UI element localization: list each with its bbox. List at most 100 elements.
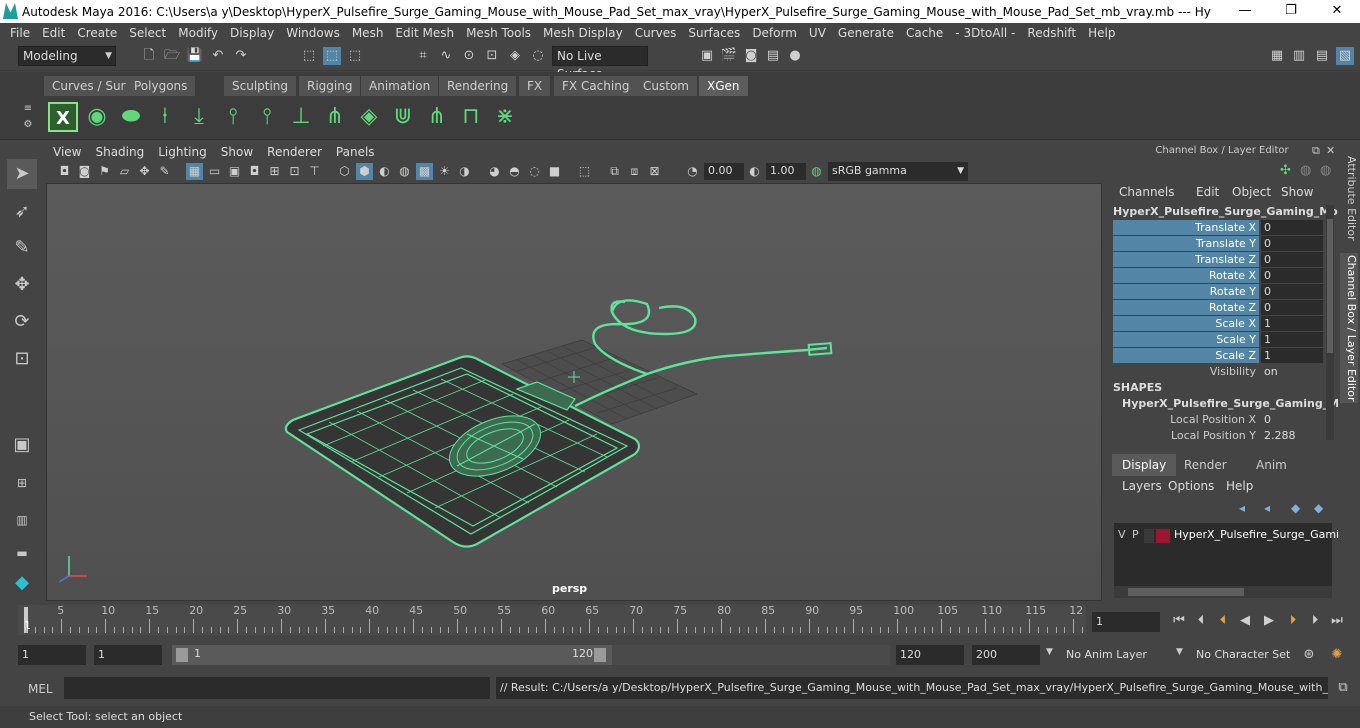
shadows-icon[interactable]: ◑ [456, 163, 473, 180]
channel-menu-channels[interactable]: Channels [1119, 185, 1175, 199]
channel-label[interactable]: Rotate X [1113, 268, 1259, 283]
snap-view-icon[interactable]: ⊡ [483, 47, 501, 65]
xray-components-icon[interactable]: ⊠ [646, 163, 663, 180]
viewport-menu-view[interactable]: View [53, 145, 81, 159]
snap-surface-icon[interactable]: ◌ [529, 47, 547, 65]
film-gate-icon[interactable]: ▭ [206, 163, 223, 180]
channel-label[interactable]: Local Position X [1113, 412, 1259, 427]
lock-icon[interactable]: ◍ [1320, 163, 1331, 178]
shape-channel-row-local-position-y[interactable]: Local Position Y 2.288 [1113, 428, 1318, 443]
anti-aliasing-icon[interactable]: ◌ [526, 163, 543, 180]
channel-label[interactable]: Scale Y [1113, 332, 1259, 347]
viewport-menu-show[interactable]: Show [221, 145, 253, 159]
xgen-sculpt-guide-icon[interactable]: ⫯ [218, 102, 248, 132]
open-scene-icon[interactable]: 🗁 [163, 47, 181, 65]
use-all-lights-icon[interactable]: ☀ [436, 163, 453, 180]
layer-name[interactable]: HyperX_Pulsefire_Surge_Gamin [1174, 528, 1346, 541]
script-editor-icon[interactable]: ⧉ [1334, 679, 1352, 697]
layer-reference-toggle[interactable] [1144, 529, 1154, 543]
move-tool-icon[interactable]: ✥ [7, 270, 37, 300]
xray-icon[interactable]: ⧉ [606, 163, 623, 180]
layer-tab-display[interactable]: Display [1112, 454, 1177, 476]
auto-key-icon[interactable]: ⊛ [1300, 646, 1318, 664]
new-scene-icon[interactable]: 🗋 [140, 47, 158, 65]
menu-create[interactable]: Create [77, 26, 117, 40]
channel-row-rotate-z[interactable]: Rotate Z0 [1113, 300, 1323, 315]
menu-help[interactable]: Help [1088, 26, 1115, 40]
snap-curve-icon[interactable]: ∿ [437, 47, 455, 65]
channel-row-rotate-x[interactable]: Rotate X0 [1113, 268, 1323, 283]
range-slider-track[interactable] [612, 645, 890, 665]
menu-file[interactable]: File [10, 26, 30, 40]
menu-mesh[interactable]: Mesh [352, 26, 384, 40]
gamma-icon[interactable]: ◐ [746, 163, 763, 180]
gate-mask-icon[interactable]: ◘ [246, 163, 263, 180]
isolate-select-icon[interactable]: ⬚ [576, 163, 593, 180]
close-button[interactable]: ✕ [1314, 0, 1360, 23]
playback-end-field[interactable]: 120 [896, 645, 964, 665]
single-perspective-layout-icon[interactable]: ▣ [7, 430, 37, 460]
render-frame-icon[interactable]: 🎬 [720, 47, 738, 65]
channel-row-visibility[interactable]: Visibility on [1113, 364, 1318, 379]
channel-value[interactable]: 0 [1261, 268, 1323, 283]
two-d-pan-icon[interactable]: ✥ [136, 163, 153, 180]
xgen-density-icon[interactable]: ◈ [354, 102, 384, 132]
shape-channel-row-local-position-x[interactable]: Local Position X0 [1113, 412, 1318, 427]
current-frame-field[interactable]: 1 [1092, 612, 1160, 632]
mode-selector[interactable]: Modeling ▼ [18, 46, 116, 66]
channel-label[interactable]: Rotate Y [1113, 284, 1259, 299]
scale-tool-icon[interactable]: ⊡ [7, 344, 37, 374]
field-chart-icon[interactable]: ⊞ [266, 163, 283, 180]
channel-label[interactable]: Translate Y [1113, 236, 1259, 251]
shelf-settings-icon[interactable]: ⚙ [19, 116, 37, 134]
menu-redshift[interactable]: Redshift [1027, 26, 1076, 40]
channel-box-tab[interactable]: Channel Box / Layer Editor [1340, 253, 1358, 403]
animation-end-field[interactable]: 200 [972, 645, 1040, 665]
character-set-selector[interactable]: No Character Set [1192, 645, 1292, 665]
layer-tab-render[interactable]: Render [1174, 454, 1237, 476]
shelf-tab-custom[interactable]: Custom [635, 76, 698, 96]
wireframe-on-shaded-icon[interactable]: ◐ [376, 163, 393, 180]
layer-menu-layers[interactable]: Layers [1122, 479, 1162, 493]
channel-row-scale-x[interactable]: Scale X1 [1113, 316, 1323, 331]
layer-visibility-toggle[interactable]: V [1118, 528, 1126, 541]
layer-horizontal-scrollbar[interactable] [1114, 586, 1332, 598]
close-panel-icon[interactable]: ✕ [1326, 144, 1335, 157]
textured-icon[interactable]: ▩ [416, 163, 433, 180]
menu-curves[interactable]: Curves [635, 26, 677, 40]
step-back-frame-icon[interactable]: ⏴ [1192, 612, 1210, 630]
channel-scrollbar[interactable] [1326, 205, 1334, 440]
channel-scrollbar-thumb[interactable] [1327, 219, 1333, 353]
channel-row-translate-z[interactable]: Translate Z0 [1113, 252, 1323, 267]
go-to-end-icon[interactable]: ⏭ [1328, 612, 1346, 630]
shelf-tab-animation[interactable]: Animation [361, 76, 440, 96]
four-view-layout-icon[interactable]: ⊞ [7, 468, 37, 498]
layer-color-swatch[interactable] [1156, 529, 1170, 543]
gamma-field[interactable]: 1.00 [766, 163, 806, 180]
channel-value[interactable]: 0 [1261, 220, 1323, 235]
select-component-icon[interactable]: ⬚ [346, 47, 364, 65]
lasso-tool-icon[interactable]: ➶ [7, 197, 37, 227]
two-pane-layout-icon[interactable]: ▥ [7, 505, 37, 535]
undo-icon[interactable]: ↶ [209, 47, 227, 65]
menu-deform[interactable]: Deform [752, 26, 797, 40]
outliner-layout-icon[interactable]: ▬ [7, 538, 37, 568]
attribute-editor-tab[interactable]: Attribute Editor [1340, 153, 1358, 243]
channel-row-rotate-y[interactable]: Rotate Y0 [1113, 284, 1323, 299]
screen-space-ao-icon[interactable]: ◕ [486, 163, 503, 180]
xgen-place-guide-icon[interactable]: ⤓ [184, 102, 214, 132]
play-forwards-icon[interactable]: ▶ [1260, 612, 1278, 630]
channel-value[interactable]: 1 [1261, 332, 1323, 347]
channel-label[interactable]: Scale Z [1113, 348, 1259, 363]
float-panel-icon[interactable]: ⧉ [1312, 144, 1320, 158]
range-slider[interactable]: 1 120 [172, 645, 612, 665]
channel-label[interactable]: Local Position Y [1113, 428, 1259, 443]
safe-title-icon[interactable]: ⊤ [306, 163, 323, 180]
perspective-viewport[interactable]: persp [46, 183, 1102, 601]
xray-joints-icon[interactable]: ⧈ [626, 163, 643, 180]
selected-object-name[interactable]: HyperX_Pulsefire_Surge_Gaming_Mo... [1113, 205, 1350, 218]
menu-uv[interactable]: UV [809, 26, 826, 40]
viewport-menu-panels[interactable]: Panels [336, 145, 375, 159]
grease-pencil-icon[interactable]: ✎ [156, 163, 173, 180]
layer-row[interactable]: V P HyperX_Pulsefire_Surge_Gamin [1114, 528, 1346, 544]
